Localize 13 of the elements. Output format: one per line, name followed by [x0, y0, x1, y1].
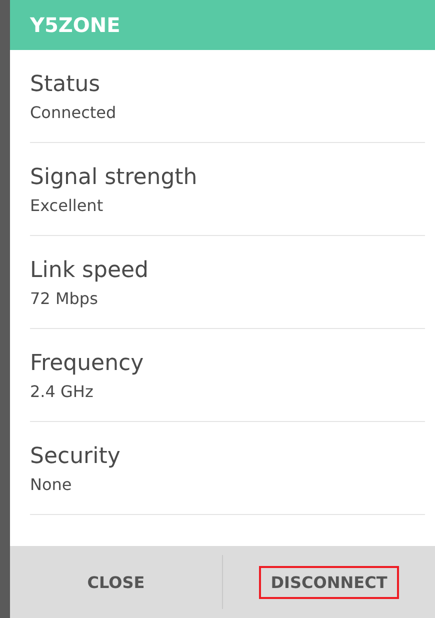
detail-value: 72 Mbps: [30, 289, 98, 308]
detail-value: Excellent: [30, 196, 104, 215]
dialog-title: Y5ZONE: [10, 0, 435, 50]
close-button[interactable]: CLOSE: [75, 566, 157, 598]
disconnect-button[interactable]: DISCONNECT: [258, 566, 400, 598]
detail-value: None: [30, 475, 72, 494]
detail-label: Status: [30, 72, 100, 97]
detail-value: 2.4 GHz: [30, 382, 94, 401]
detail-label: Link speed: [30, 258, 149, 283]
detail-value: Connected: [30, 103, 116, 122]
detail-label: Frequency: [30, 351, 144, 376]
detail-label: Signal strength: [30, 165, 198, 190]
detail-label: Security: [30, 444, 120, 469]
